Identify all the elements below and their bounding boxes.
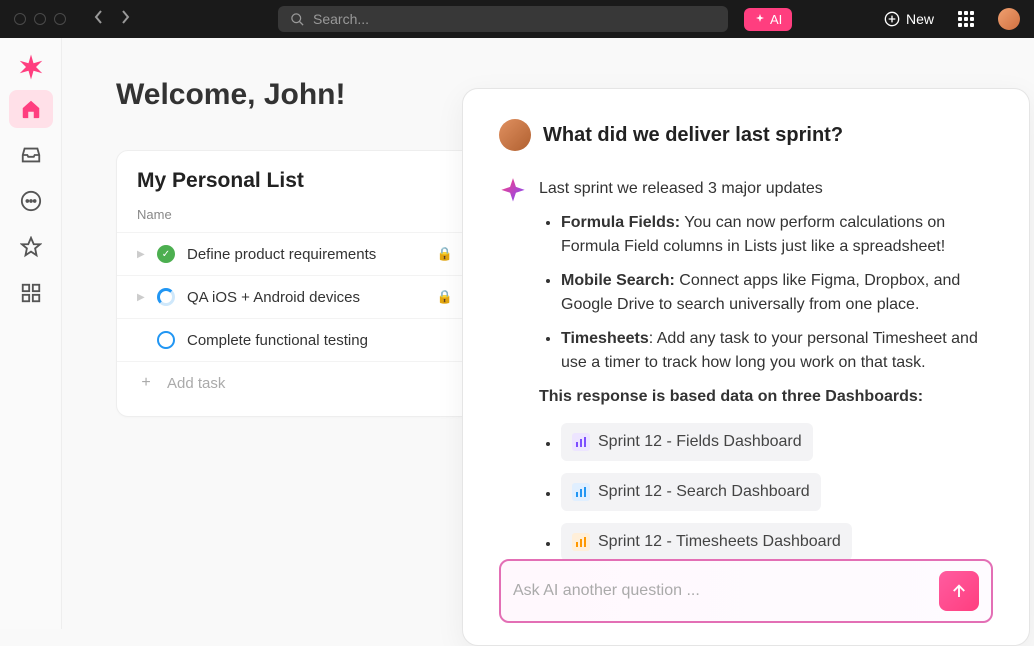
sparkle-icon: [754, 13, 766, 25]
task-row[interactable]: ▶ Complete functional testing: [117, 318, 473, 361]
ai-update-item: Mobile Search: Connect apps like Figma, …: [561, 269, 993, 317]
sidebar-home[interactable]: [9, 90, 53, 128]
add-task-label: Add task: [167, 375, 225, 392]
app-logo[interactable]: [16, 52, 46, 82]
sidebar-dashboards[interactable]: [9, 274, 53, 312]
chart-icon: [572, 433, 590, 451]
new-button[interactable]: New: [884, 11, 934, 27]
sidebar-more[interactable]: [9, 182, 53, 220]
dashboard-list: Sprint 12 - Fields Dashboard Sprint 12 -…: [561, 423, 993, 559]
task-name: Complete functional testing: [187, 332, 368, 349]
search-placeholder: Search...: [313, 11, 369, 27]
task-name: QA iOS + Android devices: [187, 289, 360, 306]
ai-based-on: This response is based data on three Das…: [539, 385, 993, 409]
plus-icon: +: [137, 374, 155, 392]
status-done-icon[interactable]: ✓: [157, 245, 175, 263]
dashboard-link[interactable]: Sprint 12 - Timesheets Dashboard: [561, 523, 852, 559]
user-avatar[interactable]: [998, 8, 1020, 30]
new-label: New: [906, 11, 934, 27]
ai-label: AI: [770, 12, 782, 27]
close-window[interactable]: [14, 13, 26, 25]
personal-list-card: My Personal List Name ▶ ✓ Define product…: [116, 150, 474, 417]
chart-icon: [572, 533, 590, 551]
dashboard-link[interactable]: Sprint 12 - Search Dashboard: [561, 473, 821, 511]
home-icon: [20, 98, 42, 120]
lock-icon: 🔒: [437, 246, 453, 262]
ai-update-item: Timesheets: Add any task to your persona…: [561, 327, 993, 375]
star-icon: [20, 236, 42, 258]
nav-back-icon[interactable]: [94, 10, 104, 29]
grid-icon: [20, 282, 42, 304]
minimize-window[interactable]: [34, 13, 46, 25]
send-button[interactable]: [939, 571, 979, 611]
sidebar-inbox[interactable]: [9, 136, 53, 174]
sidebar-favorites[interactable]: [9, 228, 53, 266]
chevron-right-icon: ▶: [137, 249, 145, 260]
ai-input[interactable]: [513, 582, 929, 600]
search-input[interactable]: Search...: [278, 6, 728, 32]
chart-icon: [572, 483, 590, 501]
add-task-button[interactable]: + Add task: [117, 361, 473, 404]
status-progress-icon[interactable]: [157, 288, 175, 306]
task-row[interactable]: ▶ QA iOS + Android devices 🔒: [117, 275, 473, 318]
search-icon: [290, 12, 305, 27]
plus-circle-icon: [884, 11, 900, 27]
nav-forward-icon[interactable]: [120, 10, 130, 29]
list-title: My Personal List: [117, 169, 473, 207]
ai-question-text: What did we deliver last sprint?: [543, 124, 843, 147]
ai-updates-list: Formula Fields: You can now perform calc…: [561, 211, 993, 375]
task-row[interactable]: ▶ ✓ Define product requirements 🔒: [117, 232, 473, 275]
ai-question-row: What did we deliver last sprint?: [499, 119, 993, 151]
apps-menu-icon[interactable]: [958, 11, 974, 27]
maximize-window[interactable]: [54, 13, 66, 25]
nav-arrows: [94, 10, 130, 29]
ai-intro: Last sprint we released 3 major updates: [539, 177, 993, 201]
inbox-icon: [20, 144, 42, 166]
arrow-up-icon: [950, 582, 968, 600]
name-column-header: Name: [117, 207, 473, 232]
dashboard-link[interactable]: Sprint 12 - Fields Dashboard: [561, 423, 813, 461]
lock-icon: 🔒: [437, 289, 453, 305]
more-icon: [20, 190, 42, 212]
titlebar: Search... AI New: [0, 0, 1034, 38]
ai-sparkle-icon: [499, 177, 527, 559]
user-avatar-small: [499, 119, 531, 151]
sidebar: [0, 38, 62, 629]
ai-button[interactable]: AI: [744, 8, 792, 31]
task-name: Define product requirements: [187, 246, 376, 263]
ai-panel: What did we deliver last sprint? Last sp…: [462, 88, 1030, 646]
ai-update-item: Formula Fields: You can now perform calc…: [561, 211, 993, 259]
ai-answer: Last sprint we released 3 major updates …: [499, 177, 993, 559]
titlebar-right: New: [884, 8, 1020, 30]
chevron-right-icon: ▶: [137, 292, 145, 303]
ai-input-container: [499, 559, 993, 623]
window-controls: [14, 13, 66, 25]
status-open-icon[interactable]: [157, 331, 175, 349]
